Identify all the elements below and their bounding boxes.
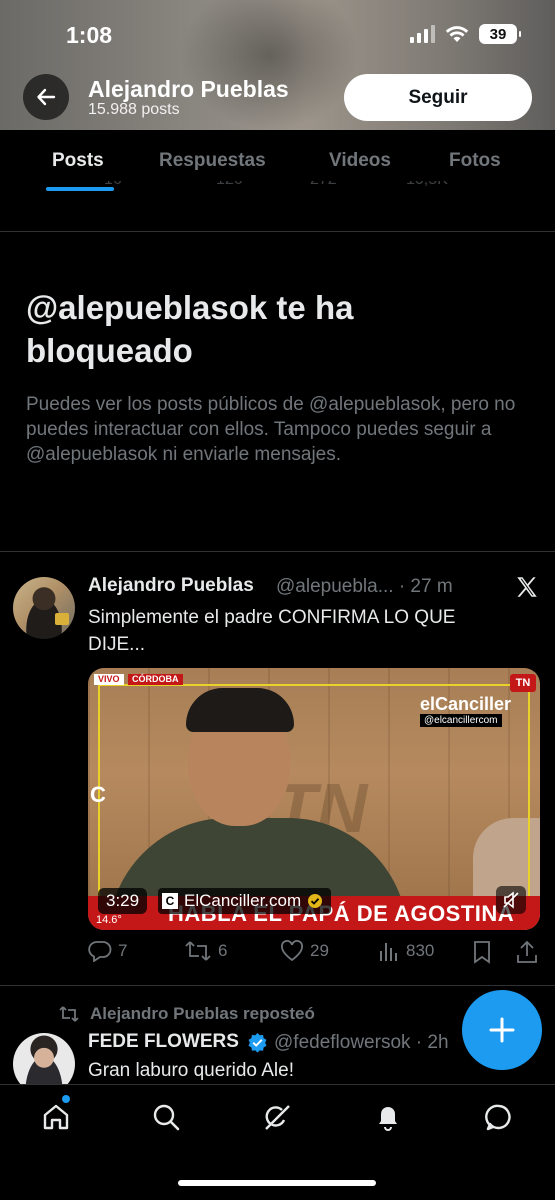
avatar[interactable] bbox=[13, 577, 75, 639]
x-logo-icon bbox=[517, 577, 537, 597]
plus-icon bbox=[489, 1017, 515, 1043]
repost-label-text: Alejandro Pueblas reposteó bbox=[90, 1004, 315, 1023]
grok-icon bbox=[265, 1105, 290, 1130]
mute-button[interactable] bbox=[496, 886, 526, 914]
ghost-replies: 16 bbox=[104, 181, 122, 189]
tab-fotos[interactable]: Fotos bbox=[449, 150, 501, 172]
battery-icon: 39 bbox=[479, 24, 521, 44]
tweet-video[interactable]: TN VIVO CÓRDOBA TN elCanciller @elcancil… bbox=[88, 668, 540, 930]
nav-notifications[interactable] bbox=[370, 1099, 406, 1135]
views-icon bbox=[380, 943, 397, 961]
repost-count: 6 bbox=[218, 941, 228, 960]
repost-author[interactable]: FEDE FLOWERS bbox=[88, 1031, 239, 1053]
nav-search[interactable] bbox=[148, 1099, 184, 1135]
repost-icon bbox=[185, 941, 211, 961]
reply-icon bbox=[88, 941, 112, 962]
share-button[interactable] bbox=[516, 940, 538, 964]
ghost-reposts: 126 bbox=[216, 181, 243, 189]
source-icon: C bbox=[162, 893, 178, 909]
divider bbox=[0, 231, 555, 232]
channel-logo: elCanciller bbox=[420, 694, 512, 714]
verified-gold-icon bbox=[308, 894, 323, 908]
repost-label: Alejandro Pueblas reposteó bbox=[58, 1004, 315, 1024]
profile-header: 1:08 39 Alejandro Pueblas 15.988 posts S… bbox=[0, 0, 555, 130]
home-icon bbox=[43, 1104, 69, 1130]
nav-grok[interactable] bbox=[259, 1099, 295, 1135]
tweet-text: Simplemente el padre CONFIRMA LO QUE DIJ… bbox=[88, 607, 456, 655]
status-bar: 1:08 39 bbox=[0, 0, 555, 70]
compose-button[interactable] bbox=[462, 990, 542, 1070]
wifi-icon bbox=[445, 26, 469, 42]
arrow-left-icon bbox=[37, 88, 56, 106]
blocked-title: @alepueblasok te ha bloqueado bbox=[26, 289, 354, 369]
reply-button[interactable]: 7 bbox=[88, 940, 127, 962]
status-icons: 39 bbox=[410, 24, 521, 44]
video-source: C ElCanciller.com bbox=[158, 888, 332, 914]
repost-button[interactable]: 6 bbox=[184, 940, 227, 962]
search-icon bbox=[153, 1104, 180, 1131]
video-c-letter: C bbox=[90, 782, 106, 807]
tn-logo: TN bbox=[510, 674, 536, 692]
tweet-handle-time: @alepuebla... · 27 m bbox=[276, 576, 453, 597]
speaker-muted-icon bbox=[503, 891, 519, 909]
live-badge: VIVO bbox=[94, 674, 124, 685]
divider bbox=[0, 985, 555, 986]
like-button[interactable]: 29 bbox=[280, 940, 329, 962]
signal-icon bbox=[410, 25, 435, 43]
tweet-actions: 7 6 29 830 bbox=[88, 940, 540, 968]
bell-icon bbox=[379, 1107, 397, 1131]
bookmark-button[interactable] bbox=[472, 940, 492, 964]
video-source-text: ElCanciller.com bbox=[184, 891, 302, 910]
profile-name: Alejandro Pueblas bbox=[88, 76, 289, 102]
ghost-views: 10,5K bbox=[406, 181, 448, 189]
blocked-description: Puedes ver los posts públicos de @alepue… bbox=[26, 394, 516, 465]
previous-post-actions: 16 126 272 10,5K bbox=[88, 181, 548, 205]
nav-messages[interactable] bbox=[481, 1099, 517, 1135]
message-icon bbox=[485, 1104, 511, 1131]
posts-count: 15.988 posts bbox=[88, 101, 180, 118]
tweet-author[interactable]: Alejandro Pueblas bbox=[88, 575, 254, 597]
channel-handle: @elcancillercom bbox=[420, 714, 502, 727]
follow-button[interactable]: Seguir bbox=[344, 74, 532, 121]
location-badge: CÓRDOBA bbox=[128, 674, 183, 685]
heart-icon bbox=[281, 940, 303, 962]
tab-posts[interactable]: Posts bbox=[52, 150, 104, 172]
nav-home[interactable] bbox=[38, 1099, 74, 1135]
ghost-likes: 272 bbox=[310, 181, 337, 189]
tab-respuestas[interactable]: Respuestas bbox=[159, 150, 266, 172]
like-count: 29 bbox=[310, 941, 329, 960]
bookmark-icon bbox=[474, 941, 490, 964]
temperature: 14.6° bbox=[96, 914, 122, 926]
views-button[interactable]: 830 bbox=[378, 940, 434, 962]
notification-dot bbox=[62, 1095, 70, 1103]
share-icon bbox=[517, 940, 537, 963]
repost-text: Gran laburo querido Ale! bbox=[88, 1060, 294, 1081]
reply-count: 7 bbox=[118, 941, 128, 960]
views-count: 830 bbox=[406, 941, 435, 960]
tab-videos[interactable]: Videos bbox=[329, 150, 391, 172]
verified-icon bbox=[248, 1032, 267, 1053]
video-duration: 3:29 bbox=[98, 888, 148, 914]
repost-icon bbox=[59, 1006, 79, 1022]
back-button[interactable] bbox=[23, 74, 69, 120]
divider bbox=[0, 551, 555, 552]
home-indicator bbox=[178, 1180, 376, 1186]
repost-handle-time: @fedeflowersok · 2h bbox=[274, 1032, 449, 1053]
status-time: 1:08 bbox=[66, 22, 113, 48]
